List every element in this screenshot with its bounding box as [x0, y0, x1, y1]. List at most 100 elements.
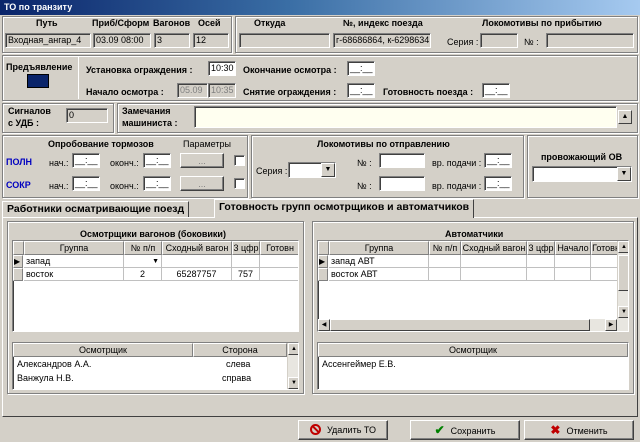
scroll-left-button[interactable]: ◀: [318, 319, 330, 331]
column-header[interactable]: 3 цфр: [527, 241, 555, 255]
table-cell[interactable]: восток АВТ: [329, 268, 429, 281]
row-indicator[interactable]: [13, 268, 23, 281]
chevron-down-icon: ▼: [152, 258, 159, 265]
departure-number-field-2[interactable]: [379, 176, 425, 191]
departure-supply-field-2[interactable]: __:__: [484, 176, 512, 191]
wagons-field[interactable]: 3: [154, 33, 190, 48]
arrival-field[interactable]: 03.09 08:00: [93, 33, 151, 48]
brakes-short-params-button[interactable]: ...: [180, 176, 224, 191]
cancel-button[interactable]: ✖ Отменить: [524, 420, 634, 440]
brakes-full-params-button[interactable]: ...: [180, 153, 224, 168]
scrollbar[interactable]: ▲ ▼: [287, 343, 298, 389]
scroll-down-button[interactable]: ▼: [618, 306, 628, 318]
brakes-short-checkbox[interactable]: [234, 178, 245, 189]
people-side[interactable]: справа: [222, 373, 251, 383]
row-indicator[interactable]: [318, 268, 328, 281]
inspection-start-date-field[interactable]: 05.09: [177, 83, 208, 98]
people-name[interactable]: Ванжула Н.В.: [17, 373, 74, 383]
table-cell[interactable]: [429, 268, 461, 281]
side-groups-table[interactable]: Группа № п/п Сходный вагон 3 цфр Готовн …: [12, 240, 299, 332]
column-header[interactable]: 3 цфр: [232, 241, 260, 255]
table-cell[interactable]: восток: [24, 268, 124, 281]
table-cell[interactable]: 65287757: [162, 268, 232, 281]
automatics-groups-table[interactable]: Группа № п/п Сходный вагон 3 цфр Начало …: [317, 240, 629, 332]
from-field[interactable]: [239, 33, 330, 48]
departure-number-label-1: № :: [357, 158, 372, 168]
people-name[interactable]: Александров А.А.: [17, 359, 91, 369]
column-header[interactable]: № п/п: [124, 241, 162, 255]
presentation-field[interactable]: [27, 74, 49, 88]
scroll-right-button[interactable]: ▶: [605, 319, 617, 331]
column-header[interactable]: Сходный вагон: [162, 241, 232, 255]
inspection-end-field[interactable]: __:__: [347, 61, 375, 76]
horizontal-scrollbar[interactable]: ◀ ▶: [318, 319, 628, 331]
column-header[interactable]: № п/п: [429, 241, 461, 255]
table-cell[interactable]: [555, 255, 591, 268]
axles-field[interactable]: 12: [193, 33, 229, 48]
table-cell[interactable]: 2: [124, 268, 162, 281]
fence-install-field[interactable]: 10:30: [208, 61, 236, 76]
remarks-scroll-arrow-icon: ▲: [621, 113, 629, 120]
delete-button[interactable]: Удалить ТО: [298, 420, 388, 440]
train-index-field[interactable]: г-68686864, к-6298634: [333, 33, 431, 48]
train-ready-field[interactable]: __:__: [482, 83, 510, 98]
table-cell[interactable]: [162, 255, 232, 268]
scroll-up-button[interactable]: ▲: [618, 241, 628, 253]
signals-field[interactable]: 0: [66, 108, 108, 123]
people-name[interactable]: Ассенгеймер Е.В.: [322, 359, 396, 369]
scroll-thumb[interactable]: [330, 319, 590, 331]
scroll-up-button[interactable]: ▲: [288, 343, 298, 355]
departure-supply-field-1[interactable]: __:__: [484, 153, 512, 168]
remarks-scroll-button[interactable]: ▲: [618, 110, 632, 124]
brakes-full-start-field[interactable]: __:__: [72, 153, 100, 168]
people-side[interactable]: слева: [226, 359, 250, 369]
column-header[interactable]: Сторона: [193, 343, 287, 357]
table-cell[interactable]: [555, 268, 591, 281]
table-corner: [13, 241, 24, 255]
arrival-series-field[interactable]: [480, 33, 518, 48]
column-header[interactable]: Начало: [555, 241, 591, 255]
table-cell[interactable]: [260, 255, 298, 268]
column-header[interactable]: Готовн: [260, 241, 298, 255]
brakes-short-end-field[interactable]: __:__: [143, 176, 171, 191]
tab-readiness[interactable]: Готовность групп осмотрщиков и автоматчи…: [214, 199, 475, 218]
row-indicator[interactable]: ▶: [318, 255, 328, 268]
column-header[interactable]: Осмотрщик: [13, 343, 193, 357]
side-people-table[interactable]: Осмотрщик Сторона Александров А.А. слева…: [12, 342, 299, 390]
brakes-full-end-label: оконч.:: [110, 158, 139, 168]
remarks-field[interactable]: [194, 106, 617, 128]
scroll-thumb[interactable]: [618, 255, 628, 291]
escort-dropdown-button[interactable]: ▼: [617, 167, 631, 181]
row-indicator[interactable]: ▶: [13, 255, 23, 268]
column-header[interactable]: Группа: [329, 241, 429, 255]
table-cell[interactable]: запад: [24, 255, 124, 268]
save-button[interactable]: ✔ Сохранить: [410, 420, 520, 440]
table-cell-dropdown[interactable]: ▼: [124, 255, 162, 268]
table-cell[interactable]: [461, 268, 527, 281]
brakes-full-end-field[interactable]: __:__: [143, 153, 171, 168]
table-cell[interactable]: [527, 268, 555, 281]
table-cell[interactable]: [527, 255, 555, 268]
brakes-short-start-field[interactable]: __:__: [72, 176, 100, 191]
departure-number-field-1[interactable]: [379, 153, 425, 168]
column-header[interactable]: Сходный вагон: [461, 241, 527, 255]
table-cell[interactable]: 757: [232, 268, 260, 281]
scroll-down-button[interactable]: ▼: [288, 377, 298, 389]
automatics-people-table[interactable]: Осмотрщик Ассенгеймер Е.В.: [317, 342, 629, 390]
arrival-number-field[interactable]: [546, 33, 634, 48]
brakes-full-checkbox[interactable]: [234, 155, 245, 166]
table-cell[interactable]: [260, 268, 298, 281]
table-cell[interactable]: запад АВТ: [329, 255, 429, 268]
table-cell[interactable]: [429, 255, 461, 268]
current-row-arrow-icon: ▶: [319, 257, 326, 266]
table-cell[interactable]: [461, 255, 527, 268]
fence-remove-field[interactable]: __:__: [347, 83, 375, 98]
tab-workers[interactable]: Работники осматривающие поезд: [2, 201, 190, 218]
departure-series-dropdown-button[interactable]: ▼: [321, 163, 335, 177]
table-cell[interactable]: [232, 255, 260, 268]
column-header[interactable]: Группа: [24, 241, 124, 255]
scrollbar[interactable]: ▲ ▼: [617, 241, 628, 319]
column-header[interactable]: Осмотрщик: [318, 343, 628, 357]
path-field[interactable]: Входная_ангар_4: [5, 33, 91, 48]
inspection-start-time-field[interactable]: 10:35: [208, 83, 236, 98]
